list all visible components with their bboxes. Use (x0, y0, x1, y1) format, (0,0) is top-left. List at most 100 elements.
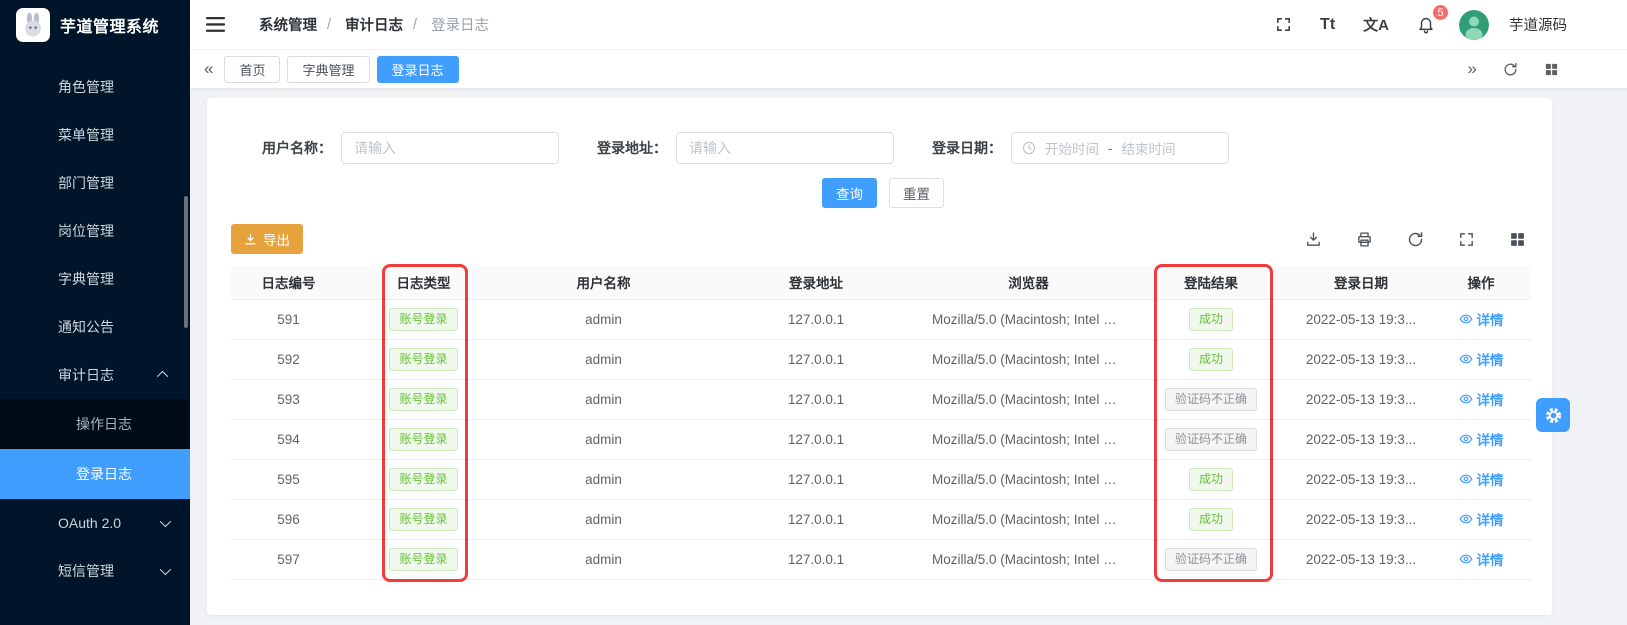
sidebar-menu-item[interactable]: 审计日志 (0, 351, 190, 399)
table-toolbar: 导出 (231, 224, 1532, 254)
username-label: 用户名称： (262, 138, 332, 158)
cell-login-date: 2022-05-13 19:3... (1291, 379, 1431, 419)
detail-link[interactable]: 详情 (1459, 349, 1504, 369)
column-settings-icon[interactable] (1505, 227, 1530, 252)
date-range-picker[interactable]: 开始时间 - 结束时间 (1011, 132, 1229, 164)
cell-browser: Mozilla/5.0 (Macintosh; Intel M... (926, 379, 1131, 419)
sidebar-menu-item[interactable]: 部门管理 (0, 159, 190, 207)
hamburger-menu-icon[interactable] (202, 13, 229, 36)
sidebar-item-label: 短信管理 (58, 561, 114, 581)
cell-login-address: 127.0.0.1 (706, 539, 926, 579)
breadcrumb-item[interactable]: 系统管理 (259, 14, 317, 35)
log-type-tag: 账号登录 (389, 428, 457, 451)
tabs-scroll-left-icon[interactable]: « (200, 55, 217, 83)
sidebar-menu-item[interactable]: 登录日志 (0, 449, 190, 499)
login-date-label: 登录日期： (932, 138, 1002, 158)
cell-username: admin (501, 379, 706, 419)
table-row: 591 账号登录 admin 127.0.0.1 Mozilla/5.0 (Ma… (231, 299, 1531, 339)
export-button[interactable]: 导出 (231, 224, 303, 254)
cell-username: admin (501, 299, 706, 339)
language-icon[interactable]: 文A (1359, 10, 1393, 39)
page-tab[interactable]: 首页 (224, 56, 280, 83)
user-name[interactable]: 芋道源码 (1509, 14, 1567, 35)
cell-login-address: 127.0.0.1 (706, 379, 926, 419)
sidebar-menu-item[interactable]: OAuth 2.0 (0, 499, 190, 547)
cell-log-id: 594 (231, 419, 346, 459)
login-result-tag: 验证码不正确 (1165, 388, 1257, 411)
cell-log-type: 账号登录 (346, 419, 501, 459)
detail-link[interactable]: 详情 (1459, 389, 1504, 409)
print-icon[interactable] (1352, 227, 1377, 252)
cell-login-date: 2022-05-13 19:3... (1291, 419, 1431, 459)
app-header: 系统管理 / 审计日志 / 登录日志 Tt 文A (190, 0, 1627, 50)
cell-browser: Mozilla/5.0 (Macintosh; Intel M... (926, 499, 1131, 539)
log-type-tag: 账号登录 (389, 508, 457, 531)
table-header-row: 日志编号 日志类型 用户名称 登录地址 浏览器 登陆结果 登录日期 操作 (231, 266, 1531, 299)
page-tab[interactable]: 登录日志 (377, 56, 459, 83)
avatar[interactable] (1459, 10, 1489, 40)
column-header: 操作 (1431, 266, 1531, 299)
column-header: 登录日期 (1291, 266, 1431, 299)
notification-badge: 5 (1432, 4, 1449, 21)
cell-actions: 详情 (1431, 339, 1531, 379)
fullscreen-icon[interactable] (1271, 12, 1296, 37)
app-logo[interactable]: 芋道管理系统 (0, 0, 190, 50)
cell-username: admin (501, 539, 706, 579)
notification-bell-icon[interactable]: 5 (1413, 11, 1439, 38)
eye-icon (1459, 432, 1473, 446)
table-row: 592 账号登录 admin 127.0.0.1 Mozilla/5.0 (Ma… (231, 339, 1531, 379)
cell-log-id: 596 (231, 499, 346, 539)
cell-login-result: 验证码不正确 (1131, 419, 1291, 459)
sidebar-item-label: 岗位管理 (58, 221, 114, 241)
cell-browser: Mozilla/5.0 (Macintosh; Intel M... (926, 539, 1131, 579)
log-type-tag: 账号登录 (389, 348, 457, 371)
detail-link[interactable]: 详情 (1459, 309, 1504, 329)
sidebar-item-label: 字典管理 (58, 269, 114, 289)
eye-icon (1459, 312, 1473, 326)
eye-icon (1459, 392, 1473, 406)
breadcrumb-item[interactable]: 登录日志 (431, 14, 489, 35)
detail-link[interactable]: 详情 (1459, 509, 1504, 529)
login-address-input[interactable] (676, 132, 894, 164)
cell-login-result: 成功 (1131, 339, 1291, 379)
cell-login-date: 2022-05-13 19:3... (1291, 339, 1431, 379)
cell-log-type: 账号登录 (346, 379, 501, 419)
sidebar-scrollbar[interactable] (184, 196, 188, 328)
detail-link[interactable]: 详情 (1459, 469, 1504, 489)
detail-link[interactable]: 详情 (1459, 429, 1504, 449)
search-button[interactable]: 查询 (822, 178, 877, 208)
app-title: 芋道管理系统 (60, 13, 159, 37)
detail-link[interactable]: 详情 (1459, 549, 1504, 569)
theme-settings-gear-icon[interactable] (1536, 398, 1570, 432)
sidebar-menu-item[interactable]: 角色管理 (0, 63, 190, 111)
sidebar-item-label: 审计日志 (58, 365, 114, 385)
table-row: 595 账号登录 admin 127.0.0.1 Mozilla/5.0 (Ma… (231, 459, 1531, 499)
sidebar-item-label: 操作日志 (76, 414, 132, 434)
sidebar-menu-item[interactable]: 操作日志 (0, 399, 190, 449)
tabs-refresh-icon[interactable] (1499, 58, 1522, 81)
tabs-layout-grid-icon[interactable] (1540, 58, 1563, 81)
cell-browser: Mozilla/5.0 (Macintosh; Intel M... (926, 339, 1131, 379)
rabbit-logo-icon (16, 8, 50, 42)
cell-log-type: 账号登录 (346, 459, 501, 499)
cell-log-id: 591 (231, 299, 346, 339)
sidebar-menu-item[interactable]: 字典管理 (0, 255, 190, 303)
chevron-icon (157, 371, 168, 382)
refresh-icon[interactable] (1403, 227, 1428, 252)
sidebar-menu-item[interactable]: 菜单管理 (0, 111, 190, 159)
tabs-scroll-right-icon[interactable]: » (1464, 55, 1481, 83)
expand-icon[interactable] (1454, 227, 1479, 252)
sidebar-menu-item[interactable]: 岗位管理 (0, 207, 190, 255)
font-size-icon[interactable]: Tt (1316, 12, 1339, 38)
download-icon (244, 233, 257, 246)
login-result-tag: 成功 (1189, 508, 1233, 531)
page-tab[interactable]: 字典管理 (287, 56, 369, 83)
reset-button[interactable]: 重置 (889, 178, 944, 208)
download-icon[interactable] (1301, 227, 1326, 252)
cell-login-date: 2022-05-13 19:3... (1291, 299, 1431, 339)
sidebar-menu-item[interactable]: 通知公告 (0, 303, 190, 351)
breadcrumb-item[interactable]: 审计日志 (345, 14, 403, 35)
cell-actions: 详情 (1431, 459, 1531, 499)
sidebar-menu-item[interactable]: 短信管理 (0, 547, 190, 595)
username-input[interactable] (341, 132, 559, 164)
